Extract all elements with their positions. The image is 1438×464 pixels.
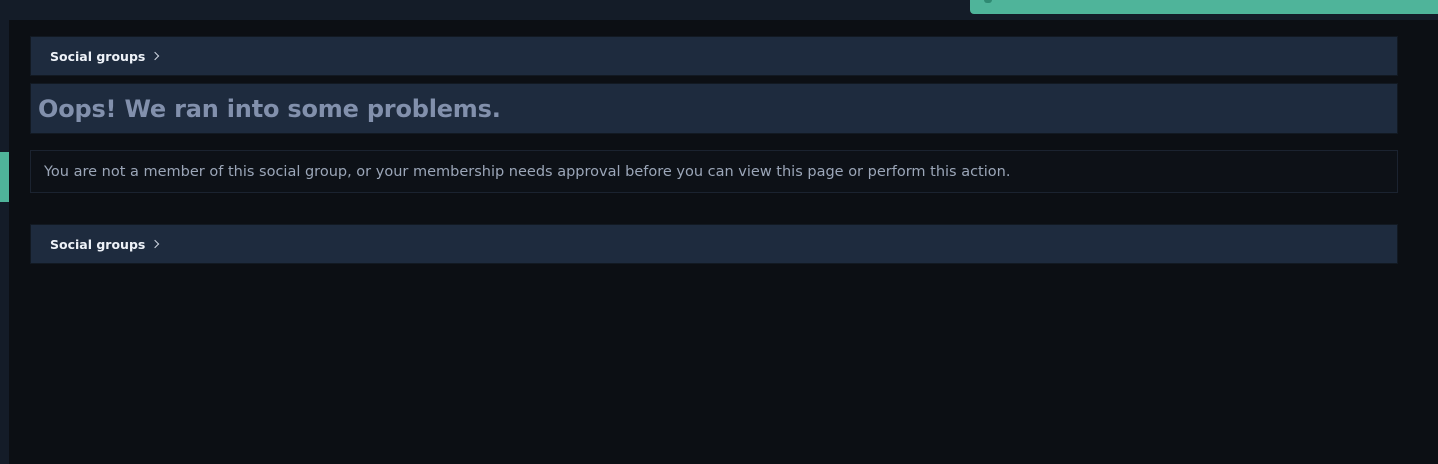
page-title-block: Oops! We ran into some problems. <box>30 83 1398 134</box>
chevron-right-icon <box>151 51 160 61</box>
breadcrumb-bottom: Social groups <box>30 224 1398 264</box>
breadcrumb-link-social-groups[interactable]: Social groups <box>50 48 160 64</box>
chevron-right-icon <box>151 239 160 249</box>
search-bar-accent[interactable] <box>970 0 1438 14</box>
left-side-rail <box>0 20 9 464</box>
error-message: You are not a member of this social grou… <box>44 163 1011 180</box>
search-icon <box>984 0 992 3</box>
page-title: Oops! We ran into some problems. <box>38 94 501 123</box>
breadcrumb-link-social-groups[interactable]: Social groups <box>50 236 160 252</box>
breadcrumb-top: Social groups <box>30 36 1398 76</box>
error-message-box: You are not a member of this social grou… <box>30 150 1398 193</box>
breadcrumb-label: Social groups <box>50 236 146 252</box>
page: Social groups Oops! We ran into some pro… <box>0 0 1438 464</box>
left-rail-active-indicator <box>0 152 9 202</box>
breadcrumb-label: Social groups <box>50 48 146 64</box>
